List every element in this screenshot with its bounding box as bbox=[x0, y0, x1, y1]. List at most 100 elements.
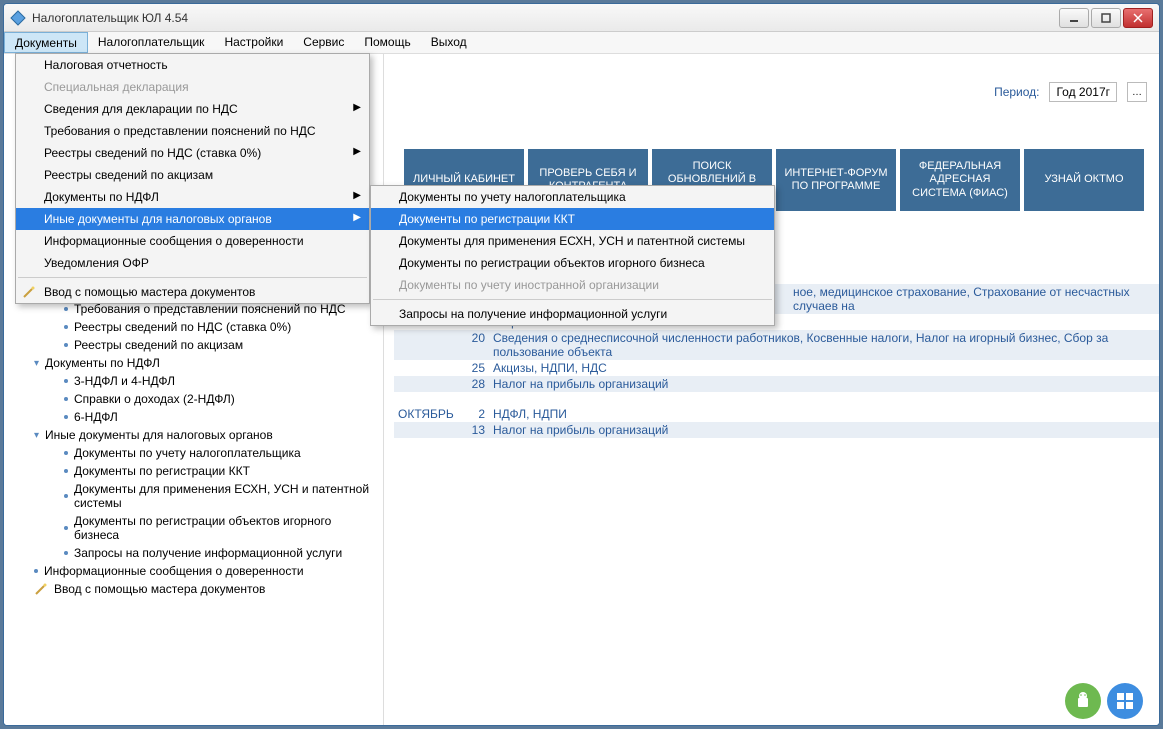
menu-taxpayer[interactable]: Налогоплательщик bbox=[88, 32, 215, 53]
tree-item-6[interactable]: Справки о доходах (2-НДФЛ) bbox=[4, 390, 383, 408]
calendar-day: 20 bbox=[469, 331, 493, 345]
tree-item-9[interactable]: Документы по учету налогоплательщика bbox=[4, 444, 383, 462]
tree-item-3[interactable]: Реестры сведений по акцизам bbox=[4, 336, 383, 354]
bullet-icon bbox=[64, 343, 68, 347]
calendar-text: Налог на прибыль организаций bbox=[493, 423, 1159, 437]
bullet-icon bbox=[64, 397, 68, 401]
period-label: Период: bbox=[994, 85, 1039, 99]
menu-service[interactable]: Сервис bbox=[293, 32, 354, 53]
tree-item-label: Документы по регистрации объектов игорно… bbox=[74, 514, 379, 542]
tree-item-label: Документы по НДФЛ bbox=[45, 356, 160, 370]
tree-item-label: 3-НДФЛ и 4-НДФЛ bbox=[74, 374, 175, 388]
content-area: Период: Год 2017г … ЛИЧНЫЙ КАБИНЕТПРОВЕР… bbox=[384, 54, 1159, 725]
tree-item-label: Документы для применения ЕСХН, УСН и пат… bbox=[74, 482, 379, 510]
titlebar: Налогоплательщик ЮЛ 4.54 bbox=[4, 4, 1159, 32]
calendar-text: Налог на прибыль организаций bbox=[493, 377, 1159, 391]
tree-item-14[interactable]: Информационные сообщения о доверенности bbox=[4, 562, 383, 580]
dd1-item-5[interactable]: Реестры сведений по акцизам bbox=[16, 164, 369, 186]
tree-item-label: Документы по учету налогоплательщика bbox=[74, 446, 301, 460]
dd1-item-11[interactable]: Ввод с помощью мастера документов bbox=[16, 281, 369, 303]
documents-dropdown: Налоговая отчетностьСпециальная декларац… bbox=[15, 53, 370, 304]
tree-item-4[interactable]: ▾ Документы по НДФЛ bbox=[4, 354, 383, 372]
dd1-item-7[interactable]: Иные документы для налоговых органов▶ bbox=[16, 208, 369, 230]
calendar-row[interactable]: ОКТЯБРЬ2НДФЛ, НДПИ bbox=[394, 406, 1159, 422]
dd2-item-3[interactable]: Документы по регистрации объектов игорно… bbox=[371, 252, 774, 274]
menu-exit[interactable]: Выход bbox=[421, 32, 477, 53]
menu-settings[interactable]: Настройки bbox=[214, 32, 293, 53]
bullet-icon bbox=[64, 526, 68, 530]
dd2-item-2[interactable]: Документы для применения ЕСХН, УСН и пат… bbox=[371, 230, 774, 252]
wand-icon bbox=[22, 285, 36, 299]
calendar-row[interactable]: 20Сведения о среднесписочной численности… bbox=[394, 330, 1159, 360]
dd1-item-2[interactable]: Сведения для декларации по НДС▶ bbox=[16, 98, 369, 120]
tree-item-label: 6-НДФЛ bbox=[74, 410, 118, 424]
bullet-icon bbox=[64, 451, 68, 455]
close-button[interactable] bbox=[1123, 8, 1153, 28]
dd1-item-3[interactable]: Требования о представлении пояснений по … bbox=[16, 120, 369, 142]
windows-icon[interactable] bbox=[1107, 683, 1143, 719]
tree-item-2[interactable]: Реестры сведений по НДС (ставка 0%) bbox=[4, 318, 383, 336]
chevron-down-icon: ▾ bbox=[34, 430, 39, 441]
calendar-month: ОКТЯБРЬ bbox=[394, 407, 469, 421]
maximize-button[interactable] bbox=[1091, 8, 1121, 28]
dd1-item-8[interactable]: Информационные сообщения о доверенности bbox=[16, 230, 369, 252]
tree-item-10[interactable]: Документы по регистрации ККТ bbox=[4, 462, 383, 480]
tree-item-label: Требования о представлении пояснений по … bbox=[74, 302, 346, 316]
menu-help[interactable]: Помощь bbox=[354, 32, 420, 53]
chevron-down-icon: ▾ bbox=[34, 358, 39, 369]
dd2-item-4: Документы по учету иностранной организац… bbox=[371, 274, 774, 296]
tree-item-15[interactable]: Ввод с помощью мастера документов bbox=[4, 580, 383, 598]
calendar-text: ное, медицинское страхование, Страховани… bbox=[793, 285, 1159, 313]
calendar-row[interactable]: 25Акцизы, НДПИ, НДС bbox=[394, 360, 1159, 376]
period-picker-button[interactable]: … bbox=[1127, 82, 1147, 102]
bullet-icon bbox=[64, 307, 68, 311]
bullet-icon bbox=[64, 325, 68, 329]
dd1-item-4[interactable]: Реестры сведений по НДС (ставка 0%)▶ bbox=[16, 142, 369, 164]
bullet-icon bbox=[64, 379, 68, 383]
tree-item-8[interactable]: ▾Иные документы для налоговых органов bbox=[4, 426, 383, 444]
android-icon[interactable] bbox=[1065, 683, 1101, 719]
dd2-item-1[interactable]: Документы по регистрации ККТ bbox=[371, 208, 774, 230]
dd2-item-6[interactable]: Запросы на получение информационной услу… bbox=[371, 303, 774, 325]
nav-button-3[interactable]: ИНТЕРНЕТ-ФОРУМ ПО ПРОГРАММЕ bbox=[776, 149, 896, 211]
bullet-icon bbox=[64, 469, 68, 473]
bullet-icon bbox=[64, 494, 68, 498]
tree-item-label: Справки о доходах (2-НДФЛ) bbox=[74, 392, 235, 406]
calendar-text: Акцизы, НДПИ, НДС bbox=[493, 361, 1159, 375]
calendar-day: 2 bbox=[469, 407, 493, 421]
tree-item-7[interactable]: 6-НДФЛ bbox=[4, 408, 383, 426]
nav-button-4[interactable]: ФЕДЕРАЛЬНАЯ АДРЕСНАЯ СИСТЕМА (ФИАС) bbox=[900, 149, 1020, 211]
bullet-icon bbox=[34, 569, 38, 573]
tree-item-label: Запросы на получение информационной услу… bbox=[74, 546, 342, 560]
dd1-item-0[interactable]: Налоговая отчетность bbox=[16, 54, 369, 76]
tree-item-11[interactable]: Документы для применения ЕСХН, УСН и пат… bbox=[4, 480, 383, 512]
calendar-day: 13 bbox=[469, 423, 493, 437]
menubar: Документы Налогоплательщик Настройки Сер… bbox=[4, 32, 1159, 54]
calendar-row[interactable]: 28Налог на прибыль организаций bbox=[394, 376, 1159, 392]
tree-item-label: Информационные сообщения о доверенности bbox=[44, 564, 304, 578]
calendar-day: 25 bbox=[469, 361, 493, 375]
wand-icon bbox=[34, 582, 48, 596]
tree-item-label: Реестры сведений по НДС (ставка 0%) bbox=[74, 320, 291, 334]
other-documents-submenu: Документы по учету налогоплательщикаДоку… bbox=[370, 185, 775, 326]
menu-documents[interactable]: Документы bbox=[4, 32, 88, 53]
dd2-item-0[interactable]: Документы по учету налогоплательщика bbox=[371, 186, 774, 208]
tree-item-5[interactable]: 3-НДФЛ и 4-НДФЛ bbox=[4, 372, 383, 390]
window-title: Налогоплательщик ЮЛ 4.54 bbox=[32, 11, 1059, 25]
tree-item-12[interactable]: Документы по регистрации объектов игорно… bbox=[4, 512, 383, 544]
calendar-text: Сведения о среднесписочной численности р… bbox=[493, 331, 1159, 359]
tree-item-label: Ввод с помощью мастера документов bbox=[54, 582, 265, 596]
period-value[interactable]: Год 2017г bbox=[1049, 82, 1117, 102]
dd1-item-1: Специальная декларация bbox=[16, 76, 369, 98]
window-controls bbox=[1059, 8, 1153, 28]
nav-button-5[interactable]: УЗНАЙ ОКТМО bbox=[1024, 149, 1144, 211]
dd1-item-9[interactable]: Уведомления ОФР bbox=[16, 252, 369, 274]
tree-item-label: Реестры сведений по акцизам bbox=[74, 338, 243, 352]
tree-item-13[interactable]: Запросы на получение информационной услу… bbox=[4, 544, 383, 562]
calendar-text: НДФЛ, НДПИ bbox=[493, 407, 1159, 421]
calendar-row[interactable]: 13Налог на прибыль организаций bbox=[394, 422, 1159, 438]
app-icon bbox=[10, 10, 26, 26]
minimize-button[interactable] bbox=[1059, 8, 1089, 28]
calendar-day: 28 bbox=[469, 377, 493, 391]
dd1-item-6[interactable]: Документы по НДФЛ▶ bbox=[16, 186, 369, 208]
